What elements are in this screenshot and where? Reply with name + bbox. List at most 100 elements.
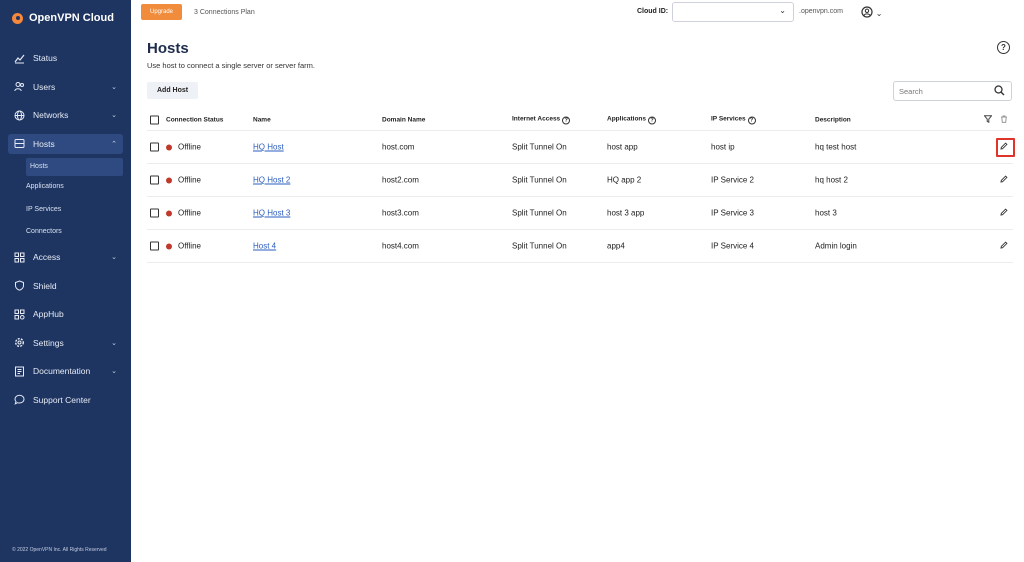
upgrade-button[interactable]: Upgrade bbox=[141, 4, 183, 20]
applications-cell: host app bbox=[607, 142, 638, 152]
trash-icon[interactable] bbox=[1000, 115, 1008, 125]
page-title: Hosts bbox=[147, 40, 189, 57]
users-icon bbox=[14, 81, 25, 92]
cloud-id-select[interactable]: ⌄ bbox=[672, 2, 794, 22]
chevron-down-icon[interactable]: ⌄ bbox=[111, 83, 117, 91]
offline-status-dot bbox=[166, 177, 172, 183]
row-checkbox[interactable] bbox=[150, 241, 159, 251]
search-box[interactable] bbox=[893, 81, 1012, 101]
col-applications[interactable]: Applications? bbox=[607, 115, 657, 124]
col-name[interactable]: Name bbox=[253, 116, 271, 123]
chevron-up-icon[interactable]: ⌃ bbox=[111, 140, 117, 148]
status-text: Offline bbox=[178, 241, 201, 251]
chevron-down-icon[interactable]: ⌄ bbox=[111, 253, 117, 261]
status-cell: Offline bbox=[166, 176, 201, 185]
description-cell: host 3 bbox=[815, 208, 837, 218]
sidebar-item-label: Documentation bbox=[33, 366, 91, 377]
col-label: Applications bbox=[607, 115, 647, 122]
openvpn-logo-icon bbox=[12, 12, 23, 24]
col-connection-status[interactable]: Connection Status bbox=[166, 116, 223, 123]
filter-icon[interactable] bbox=[983, 114, 993, 125]
sidebar-item-settings[interactable]: Settings ⌄ bbox=[0, 329, 131, 358]
search-input[interactable] bbox=[899, 86, 989, 97]
cloud-domain: .openvpn.com bbox=[799, 8, 843, 15]
help-icon[interactable]: ? bbox=[562, 116, 571, 124]
sidebar-item-label: Support Center bbox=[33, 394, 91, 405]
sidebar-subitem-connectors[interactable]: Connectors bbox=[0, 221, 131, 244]
table-row: Offline HQ Host 3 host3.com Split Tunnel… bbox=[147, 197, 1013, 230]
ip-services-cell: IP Service 3 bbox=[711, 208, 754, 218]
user-icon bbox=[861, 6, 876, 19]
add-host-button[interactable]: Add Host bbox=[147, 82, 199, 99]
applications-cell: HQ app 2 bbox=[607, 175, 642, 185]
domain-cell: host2.com bbox=[382, 175, 419, 185]
sidebar-item-status[interactable]: Status bbox=[0, 44, 131, 73]
domain-cell: host4.com bbox=[382, 241, 419, 251]
row-checkbox[interactable] bbox=[150, 175, 159, 185]
applications-cell: app4 bbox=[607, 241, 625, 251]
search-icon[interactable] bbox=[994, 85, 1005, 99]
help-icon[interactable]: ? bbox=[997, 41, 1010, 54]
sidebar-subitem-hosts[interactable]: Hosts bbox=[26, 157, 123, 176]
host-name-link[interactable]: HQ Host 2 bbox=[253, 176, 290, 185]
sidebar-item-label: Users bbox=[33, 81, 56, 92]
brand-name: OpenVPN Cloud bbox=[29, 12, 114, 24]
chevron-down-icon[interactable]: ⌄ bbox=[111, 367, 117, 375]
book-icon bbox=[14, 366, 25, 377]
row-checkbox[interactable] bbox=[150, 142, 159, 152]
col-domain-name[interactable]: Domain Name bbox=[382, 116, 425, 123]
ip-services-cell: host ip bbox=[711, 142, 735, 152]
sidebar-item-label: Settings bbox=[33, 337, 64, 348]
domain-cell: host3.com bbox=[382, 208, 419, 218]
brand[interactable]: OpenVPN Cloud bbox=[0, 0, 131, 36]
help-icon[interactable]: ? bbox=[747, 116, 756, 124]
host-name-link[interactable]: HQ Host bbox=[253, 143, 284, 152]
chevron-down-icon: ⌄ bbox=[875, 9, 883, 18]
chevron-down-icon: ⌄ bbox=[779, 6, 786, 15]
description-cell: Admin login bbox=[815, 241, 857, 251]
host-name-link[interactable]: HQ Host 3 bbox=[253, 209, 290, 218]
sidebar-item-networks[interactable]: Networks ⌄ bbox=[0, 101, 131, 130]
sidebar-subitem-ip-services[interactable]: IP Services bbox=[0, 198, 131, 221]
globe-icon bbox=[14, 110, 25, 121]
sidebar-item-label: Hosts bbox=[33, 138, 55, 149]
chevron-down-icon[interactable]: ⌄ bbox=[111, 111, 117, 119]
row-checkbox[interactable] bbox=[150, 208, 159, 218]
sidebar-subitem-applications[interactable]: Applications bbox=[0, 176, 131, 199]
edit-pencil-icon[interactable] bbox=[1000, 241, 1008, 251]
table-row: Offline HQ Host host.com Split Tunnel On… bbox=[147, 131, 1013, 164]
hosts-table: Connection Status Name Domain Name Inter… bbox=[147, 109, 1013, 263]
sidebar-item-documentation[interactable]: Documentation ⌄ bbox=[0, 357, 131, 386]
shield-icon bbox=[14, 280, 25, 291]
gear-icon bbox=[14, 337, 25, 348]
edit-pencil-icon[interactable] bbox=[1000, 175, 1008, 185]
sidebar-item-shield[interactable]: Shield bbox=[0, 272, 131, 301]
edit-pencil-icon[interactable] bbox=[1000, 208, 1008, 218]
status-cell: Offline bbox=[166, 209, 201, 218]
col-description[interactable]: Description bbox=[815, 116, 851, 123]
user-menu[interactable]: ⌄ bbox=[861, 6, 882, 19]
apps-icon bbox=[14, 309, 25, 320]
col-ip-services[interactable]: IP Services? bbox=[711, 115, 756, 124]
sidebar-item-hosts[interactable]: Hosts ⌃ bbox=[8, 133, 123, 154]
table-row: Offline Host 4 host4.com Split Tunnel On… bbox=[147, 230, 1013, 263]
offline-status-dot bbox=[166, 210, 172, 216]
col-label: Internet Access bbox=[512, 115, 561, 122]
sidebar-item-support-center[interactable]: Support Center bbox=[0, 386, 131, 415]
ip-services-cell: IP Service 2 bbox=[711, 175, 754, 185]
page-subtitle: Use host to connect a single server or s… bbox=[147, 61, 315, 70]
status-text: Offline bbox=[178, 142, 201, 152]
status-cell: Offline bbox=[166, 242, 201, 251]
sidebar-item-users[interactable]: Users ⌄ bbox=[0, 73, 131, 102]
help-icon[interactable]: ? bbox=[648, 116, 657, 124]
chevron-down-icon[interactable]: ⌄ bbox=[111, 339, 117, 347]
col-internet-access[interactable]: Internet Access? bbox=[512, 115, 571, 124]
sidebar-item-access[interactable]: Access ⌄ bbox=[0, 243, 131, 272]
edit-button-highlight bbox=[996, 138, 1015, 157]
select-all-checkbox[interactable] bbox=[150, 115, 159, 124]
internet-access-cell: Split Tunnel On bbox=[512, 142, 567, 152]
cloud-id-label: Cloud ID: bbox=[637, 8, 669, 15]
status-cell: Offline bbox=[166, 143, 201, 152]
sidebar-item-apphub[interactable]: AppHub bbox=[0, 300, 131, 329]
host-name-link[interactable]: Host 4 bbox=[253, 242, 276, 251]
